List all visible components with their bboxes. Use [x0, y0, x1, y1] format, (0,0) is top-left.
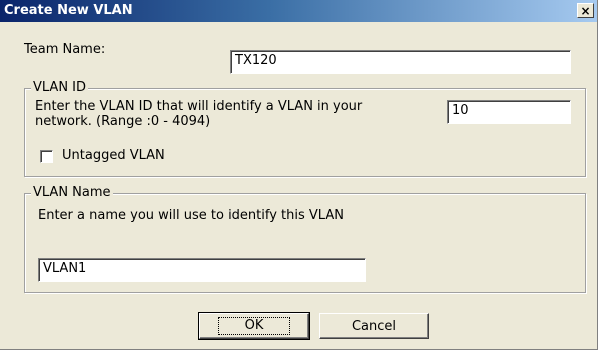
- vlan-id-field[interactable]: 10: [447, 100, 571, 124]
- team-name-label: Team Name:: [24, 42, 106, 57]
- window-title: Create New VLAN: [4, 3, 133, 18]
- untagged-vlan-label[interactable]: Untagged VLAN: [62, 148, 165, 163]
- close-button[interactable]: ×: [577, 3, 594, 18]
- vlan-name-description: Enter a name you will use to identify th…: [38, 208, 344, 223]
- cancel-button[interactable]: Cancel: [319, 313, 429, 339]
- untagged-vlan-checkbox[interactable]: [40, 150, 53, 163]
- vlan-name-field[interactable]: VLAN1: [38, 258, 366, 282]
- cancel-button-label: Cancel: [351, 318, 397, 334]
- ok-button-label: OK: [217, 317, 291, 335]
- vlan-id-group: VLAN ID Enter the VLAN ID that will iden…: [24, 80, 586, 177]
- vlan-id-description-line2: network. (Range :0 - 4094): [35, 114, 211, 129]
- vlan-id-description-line1: Enter the VLAN ID that will identify a V…: [35, 99, 363, 114]
- close-icon: ×: [580, 3, 591, 18]
- title-bar[interactable]: Create New VLAN ×: [0, 0, 597, 22]
- vlan-id-group-label: VLAN ID: [31, 80, 89, 95]
- vlan-name-group-label: VLAN Name: [31, 185, 113, 200]
- team-name-field[interactable]: TX120: [230, 50, 571, 74]
- vlan-name-group: VLAN Name Enter a name you will use to i…: [24, 185, 586, 293]
- ok-button[interactable]: OK: [198, 312, 310, 340]
- create-vlan-dialog: Create New VLAN × Team Name: TX120 VLAN …: [0, 0, 598, 350]
